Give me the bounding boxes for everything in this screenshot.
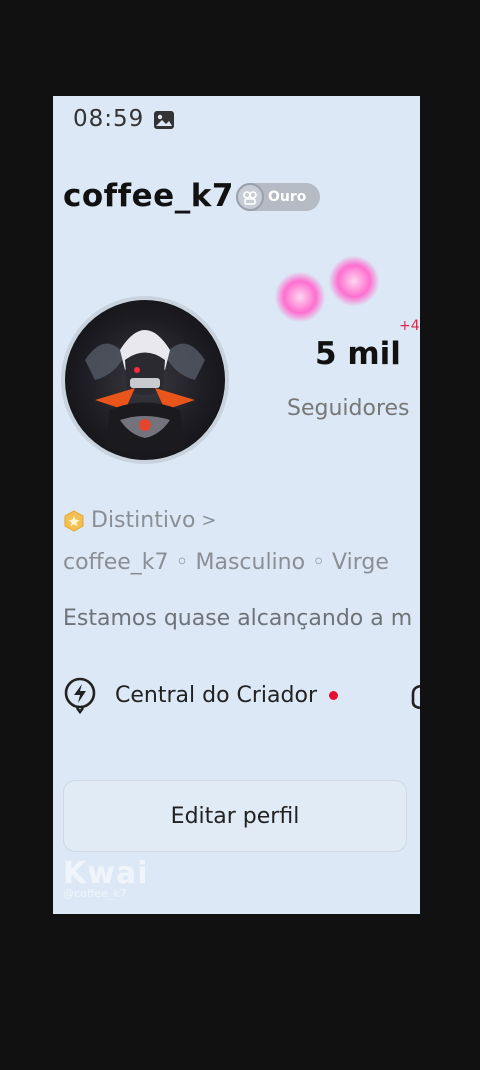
sparkle-icon — [329, 256, 379, 306]
profile-bio: Estamos quase alcançando a m — [63, 606, 413, 631]
followers-plus: +4 — [399, 318, 420, 334]
notification-dot — [329, 690, 338, 700]
creator-center-link[interactable]: Central do Criador — [63, 676, 338, 714]
distintivo-label: Distintivo — [91, 508, 196, 533]
profile-info-line: coffee_k7 ◦ Masculino ◦ Virge — [63, 550, 389, 575]
status-time: 08:59 — [73, 106, 145, 132]
app-screen: 08:59 coffee_k7 Ouro +4 5 mil Seguidores… — [53, 96, 420, 914]
followers-count[interactable]: 5 mil — [315, 336, 401, 372]
creator-center-label: Central do Criador — [115, 682, 317, 708]
profile-username: coffee_k7 — [63, 178, 234, 214]
lightning-icon — [64, 677, 96, 714]
ouro-badge[interactable]: Ouro — [236, 183, 320, 211]
truncated-icon[interactable] — [409, 682, 420, 712]
chevron-right-icon: > — [201, 510, 217, 531]
badge-camera-icon — [236, 183, 264, 211]
badge-label: Ouro — [268, 189, 307, 205]
edit-profile-button[interactable]: Editar perfil — [63, 780, 407, 852]
avatar[interactable] — [61, 296, 229, 464]
hexagon-badge-icon — [64, 509, 84, 532]
watermark-brand: Kwai — [63, 856, 149, 891]
kwai-watermark: Kwai @coffee_k7 — [63, 856, 149, 900]
followers-label[interactable]: Seguidores — [287, 396, 410, 421]
distintivo-link[interactable]: Distintivo > — [63, 508, 217, 533]
avatar-art-icon — [85, 330, 205, 450]
image-icon — [154, 111, 174, 129]
sparkle-icon — [275, 272, 325, 322]
